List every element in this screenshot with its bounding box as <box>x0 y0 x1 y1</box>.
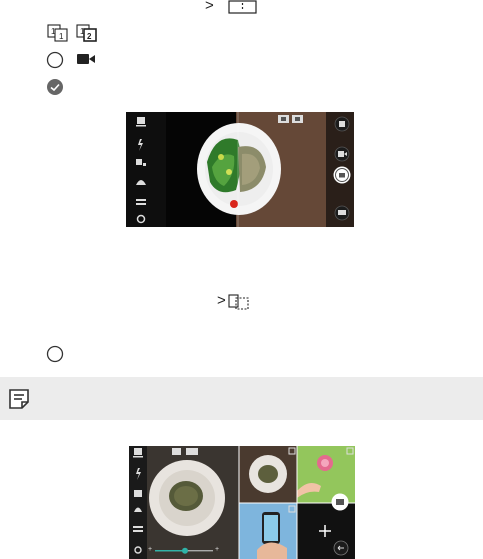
svg-text:2: 2 <box>87 32 92 41</box>
multi-grid-preview <box>129 446 355 559</box>
split-mode-chips <box>278 115 303 123</box>
svg-text:1: 1 <box>51 27 56 36</box>
camera-preview-image <box>126 112 354 227</box>
svg-text:1: 1 <box>59 32 64 41</box>
chevron-right-icon: > <box>205 0 214 14</box>
camera-screenshot-2: + + <box>129 446 355 559</box>
chevron-right-icon: > <box>217 292 226 309</box>
page-1-1-icon: 1 1 <box>47 24 68 42</box>
match-shot-icon <box>228 294 249 310</box>
right-toolbar <box>333 116 351 221</box>
zoom-max-marker: + <box>215 546 220 553</box>
shutter-outline-icon <box>46 345 64 363</box>
memo-note-icon <box>9 389 29 409</box>
note-bar <box>0 377 483 420</box>
row-5: > <box>217 292 277 310</box>
row-1: > <box>205 0 265 14</box>
split-frame-icon <box>228 0 257 14</box>
check-circle-icon <box>47 79 63 95</box>
video-camera-icon <box>77 54 95 64</box>
shutter-outline-icon <box>46 51 64 69</box>
page-1-2-icon: 1 2 <box>76 24 97 42</box>
left-toolbar <box>136 117 146 224</box>
zoom-min-marker: + <box>148 546 153 553</box>
svg-text:1: 1 <box>80 27 85 36</box>
camera-screenshot-1 <box>126 112 354 227</box>
